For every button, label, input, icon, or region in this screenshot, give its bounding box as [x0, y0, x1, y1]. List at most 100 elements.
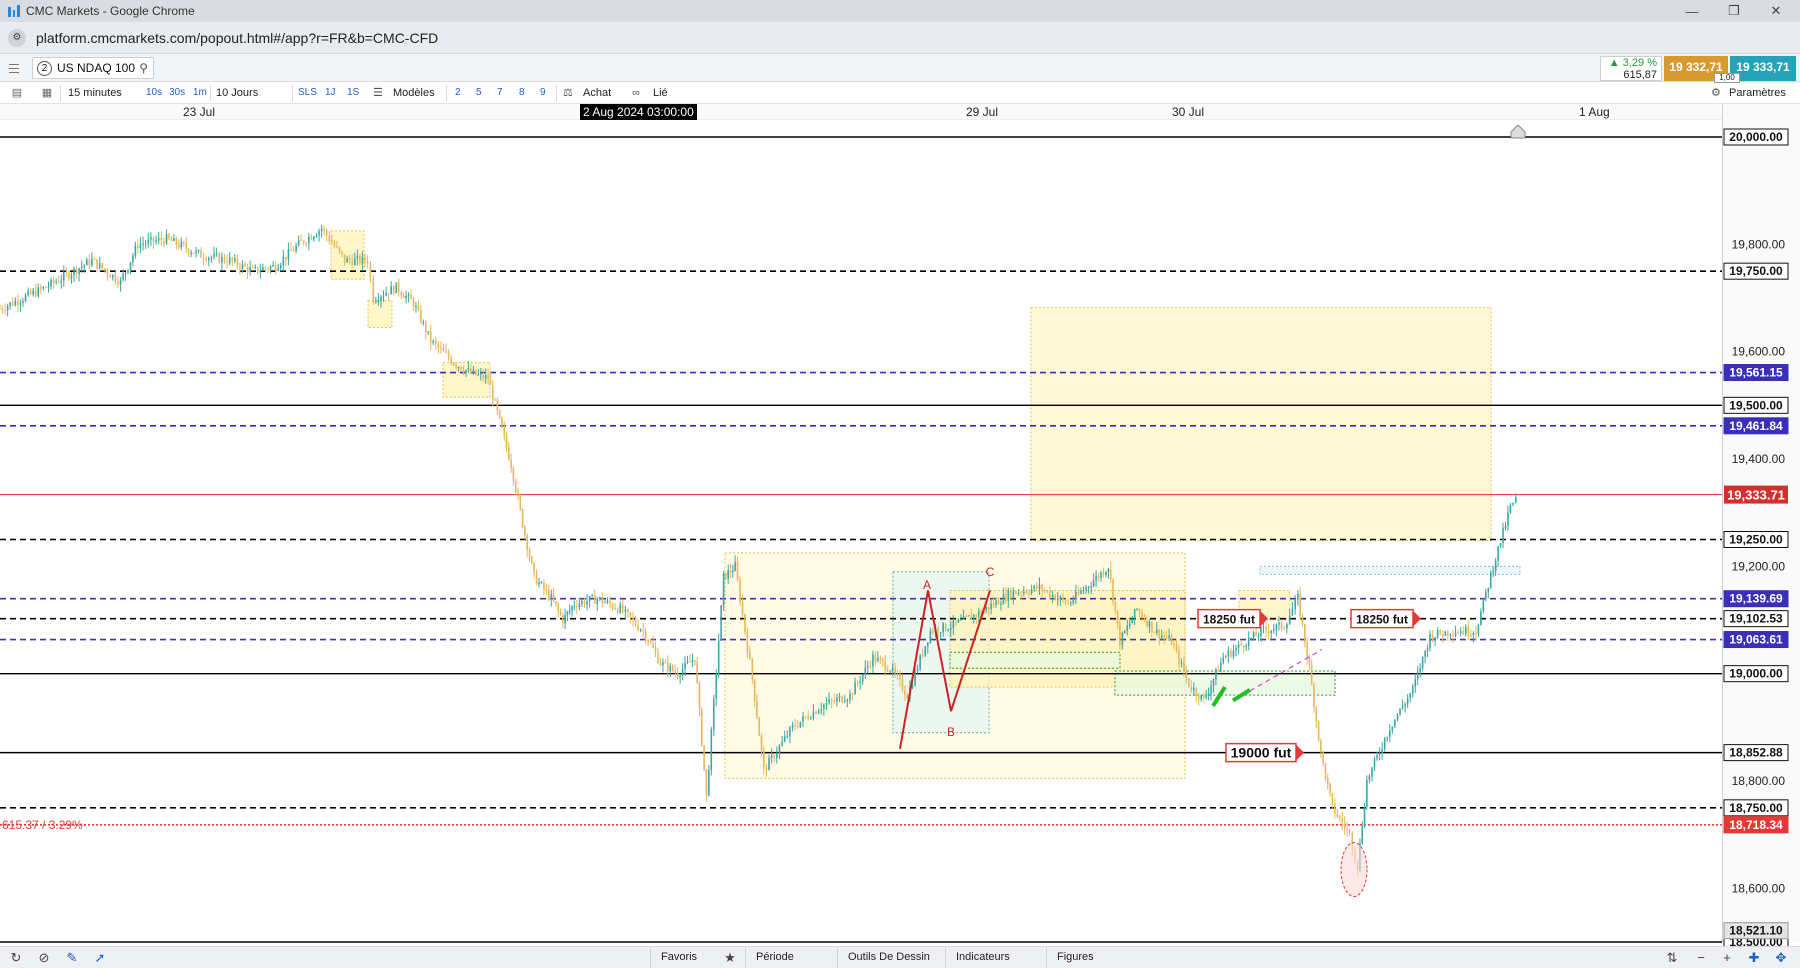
candle-body [496, 399, 499, 411]
cursor-icon[interactable]: ➚ [90, 947, 110, 968]
candle-body [817, 710, 820, 714]
candle-body [1051, 594, 1054, 598]
candle-body [1421, 656, 1424, 669]
candle-body [305, 243, 308, 245]
minimize-icon[interactable]: — [1672, 0, 1712, 22]
range-1s[interactable]: 1S [347, 82, 359, 104]
candle-body [1411, 686, 1414, 694]
preset-5[interactable]: 5 [476, 82, 482, 104]
symbol-selector[interactable]: 2 US NDAQ 100 ⚲ [32, 57, 154, 79]
candle-body [649, 642, 652, 644]
pencil-icon[interactable]: ✎ [62, 947, 82, 968]
candle-body [375, 300, 377, 302]
candle-body [1007, 590, 1010, 601]
candle-body [568, 610, 571, 612]
tab-figures[interactable]: Figures [1046, 947, 1104, 968]
candle-body [1141, 612, 1143, 618]
candle-body [397, 282, 400, 293]
linked-button[interactable]: Lié [653, 82, 668, 104]
settings-button[interactable]: Paramètres [1729, 82, 1786, 104]
candle-body [134, 245, 137, 256]
candle-body [1188, 678, 1190, 687]
candle-body [1414, 679, 1417, 687]
tab-favoris[interactable]: Favoris [650, 947, 707, 968]
candle-body [1095, 575, 1097, 581]
candle-body [1069, 602, 1072, 604]
candle-body [170, 238, 173, 241]
crosshair-icon[interactable]: ✚ [1744, 947, 1764, 968]
preset-7[interactable]: 7 [497, 82, 503, 104]
interval-10s[interactable]: 10s [146, 82, 162, 104]
candle-body [1005, 594, 1007, 601]
candle-body [269, 266, 272, 270]
candle-body [929, 630, 932, 643]
candle-body [889, 671, 891, 673]
restore-icon[interactable]: ❐ [1714, 0, 1754, 22]
templates-icon[interactable]: ☰ [373, 82, 383, 104]
site-settings-icon[interactable]: ⚙ [8, 28, 26, 47]
candle-body [841, 696, 843, 703]
candle-body [1085, 586, 1087, 591]
disable-icon[interactable]: ⊘ [34, 947, 54, 968]
scale-icon[interactable]: ⚖ [563, 82, 573, 104]
range-select[interactable]: 10 Jours [216, 82, 258, 104]
pan-icon[interactable]: ✥ [1771, 947, 1791, 968]
tab-indicators[interactable]: Indicateurs [945, 947, 1020, 968]
timeframe-select[interactable]: 15 minutes [68, 82, 122, 104]
templates-button[interactable]: Modèles [393, 82, 435, 104]
search-icon[interactable]: ⚲ [139, 61, 148, 75]
tab-periode[interactable]: Période [745, 947, 804, 968]
candle-body [1396, 714, 1399, 720]
candle-body [498, 410, 501, 418]
candle-body [846, 699, 849, 702]
tab-drawing-tools[interactable]: Outils De Dessin [837, 947, 940, 968]
preset-9[interactable]: 9 [540, 82, 546, 104]
candle-body [1472, 632, 1475, 636]
layout-grid-icon[interactable]: ▦ [38, 82, 56, 104]
candle-body [472, 369, 475, 374]
level-label: 18,750.00 [1729, 801, 1783, 815]
hamburger-menu-icon[interactable] [6, 60, 22, 76]
candle-body [807, 716, 809, 719]
candle-body [753, 679, 756, 702]
candle-body [872, 654, 874, 667]
candle-body [676, 672, 679, 678]
candle-body [83, 265, 86, 267]
list-icon[interactable]: ▤ [8, 82, 26, 104]
resize-icon[interactable]: ⇅ [1662, 947, 1682, 968]
address-bar[interactable]: ⚙ platform.cmcmarkets.com/popout.html#/a… [0, 22, 1800, 54]
candle-body [715, 673, 718, 699]
star-icon[interactable]: ★ [720, 947, 740, 968]
candle-body [173, 237, 175, 241]
link-icon[interactable]: ∞ [632, 82, 640, 104]
candle-body [751, 659, 754, 680]
candle-body [226, 261, 228, 264]
preset-2[interactable]: 2 [455, 82, 461, 104]
zoom-in-icon[interactable]: + [1717, 947, 1737, 968]
interval-30s[interactable]: 30s [169, 82, 185, 104]
range-sls[interactable]: SLS [298, 82, 317, 104]
candle-body [420, 309, 422, 323]
range-1j[interactable]: 1J [325, 82, 336, 104]
candle-body [1143, 617, 1146, 621]
candle-body [208, 258, 210, 261]
candle-body [881, 659, 884, 662]
side-button[interactable]: Achat [583, 82, 611, 104]
highlight-zone [367, 300, 393, 329]
gear-icon[interactable]: ⚙ [1711, 82, 1721, 104]
candle-body [1494, 560, 1497, 572]
candle-body [540, 582, 543, 584]
candle-body [760, 735, 763, 751]
close-icon[interactable]: ✕ [1756, 0, 1796, 22]
candle-body [1286, 624, 1288, 629]
candle-body [262, 267, 264, 271]
refresh-icon[interactable]: ↻ [6, 947, 26, 968]
interval-1m[interactable]: 1m [193, 82, 207, 104]
url-text[interactable]: platform.cmcmarkets.com/popout.html#/app… [36, 30, 438, 46]
preset-8[interactable]: 8 [519, 82, 525, 104]
zoom-out-icon[interactable]: − [1691, 947, 1711, 968]
candle-body [467, 368, 470, 370]
price-chart[interactable]: 615.37 / 3.29% A B C 18250 fut 18250 fut 19000… [0, 120, 1800, 946]
candle-body [1480, 611, 1482, 626]
candle-body [593, 595, 596, 604]
